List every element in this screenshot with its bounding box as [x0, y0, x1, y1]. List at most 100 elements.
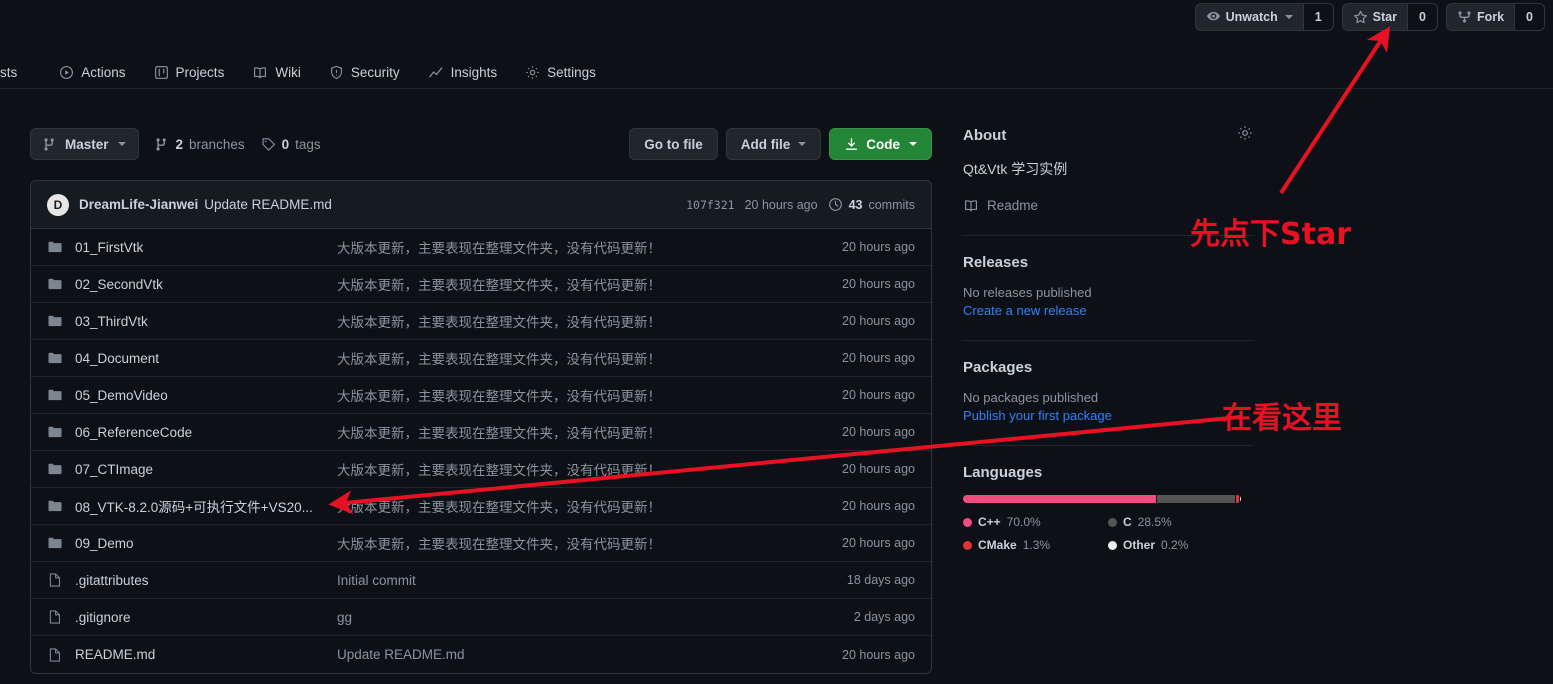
fork-button[interactable]: Fork: [1447, 4, 1514, 30]
go-to-file-button[interactable]: Go to file: [629, 128, 718, 160]
add-file-label: Add file: [740, 136, 791, 152]
branch-selector-button[interactable]: Master: [30, 128, 139, 160]
about-settings-gear-icon[interactable]: [1237, 125, 1253, 145]
nav-item-issues-truncated[interactable]: sts: [0, 57, 31, 87]
file-row[interactable]: 04_Document 大版本更新，主要表现在整理文件夹，没有代码更新！ 20 ho…: [31, 340, 931, 377]
nav-item-insights[interactable]: Insights: [414, 57, 512, 87]
file-row[interactable]: .gitattributes Initial commit 18 days ago: [31, 562, 931, 599]
file-commit-message[interactable]: 大版本更新，主要表现在整理文件夹，没有代码更新！: [337, 311, 805, 331]
star-button[interactable]: Star: [1343, 4, 1407, 30]
file-commit-message[interactable]: 大版本更新，主要表现在整理文件夹，没有代码更新！: [337, 237, 805, 257]
gear-icon: [525, 65, 540, 80]
create-release-link[interactable]: Create a new release: [963, 303, 1253, 318]
branch-toolbar: Master 2 branches 0 tags Go to file Add …: [30, 128, 932, 160]
nav-item-actions[interactable]: Actions: [45, 57, 139, 87]
file-row[interactable]: 02_SecondVtk 大版本更新，主要表现在整理文件夹，没有代码更新！ 20 h…: [31, 266, 931, 303]
nav-item-projects[interactable]: Projects: [140, 57, 239, 87]
language-bar-segment: [1240, 495, 1241, 503]
nav-item-actions-label: Actions: [81, 64, 126, 80]
folder-icon: [47, 387, 67, 403]
file-row[interactable]: 01_FirstVtk 大版本更新，主要表现在整理文件夹，没有代码更新！ 20 ho…: [31, 229, 931, 266]
publish-package-link[interactable]: Publish your first package: [963, 408, 1253, 423]
file-row[interactable]: 08_VTK-8.2.0源码+可执行文件+VS20... 大版本更新，主要表现在整…: [31, 488, 931, 525]
add-file-button[interactable]: Add file: [725, 128, 822, 160]
file-commit-message[interactable]: gg: [337, 610, 805, 625]
file-commit-message[interactable]: 大版本更新，主要表现在整理文件夹，没有代码更新！: [337, 274, 805, 294]
file-commit-message[interactable]: Update README.md: [337, 647, 805, 662]
branches-link[interactable]: 2 branches: [155, 137, 245, 152]
file-name[interactable]: 02_SecondVtk: [67, 277, 337, 292]
language-bar-segment: [963, 495, 1156, 503]
language-name: CMake: [978, 538, 1017, 552]
releases-empty-text: No releases published: [963, 285, 1092, 300]
tags-label: tags: [295, 136, 321, 152]
sidebar-divider: [963, 340, 1253, 341]
commit-time: 20 hours ago: [744, 197, 818, 212]
file-commit-time: 20 hours ago: [842, 314, 915, 328]
file-row[interactable]: 09_Demo 大版本更新，主要表现在整理文件夹，没有代码更新！ 20 hours …: [31, 525, 931, 562]
language-percent: 70.0%: [1006, 515, 1041, 529]
commits-count-value: 43: [848, 197, 863, 212]
file-row[interactable]: 03_ThirdVtk 大版本更新，主要表现在整理文件夹，没有代码更新！ 20 ho…: [31, 303, 931, 340]
file-name[interactable]: .gitignore: [67, 610, 337, 625]
file-name[interactable]: README.md: [67, 647, 337, 662]
file-row[interactable]: 07_CTImage 大版本更新，主要表现在整理文件夹，没有代码更新！ 20 hou…: [31, 451, 931, 488]
language-legend-item[interactable]: C 28.5%: [1108, 515, 1253, 529]
language-name: C++: [978, 515, 1001, 529]
language-legend-item[interactable]: Other 0.2%: [1108, 538, 1253, 552]
file-name[interactable]: 04_Document: [67, 351, 337, 366]
languages-legend: C++ 70.0% C 28.5% CMake 1.3% Other 0.2%: [963, 515, 1253, 561]
file-name[interactable]: .gitattributes: [67, 573, 337, 588]
file-name[interactable]: 06_ReferenceCode: [67, 425, 337, 440]
file-commit-message[interactable]: 大版本更新，主要表现在整理文件夹，没有代码更新！: [337, 385, 805, 405]
file-name[interactable]: 09_Demo: [67, 536, 337, 551]
file-name[interactable]: 05_DemoVideo: [67, 388, 337, 403]
language-legend-item[interactable]: CMake 1.3%: [963, 538, 1108, 552]
file-commit-message[interactable]: 大版本更新，主要表现在整理文件夹，没有代码更新！: [337, 533, 805, 553]
repo-file-actions: Go to file Add file Code: [629, 128, 932, 160]
file-commit-message[interactable]: 大版本更新，主要表现在整理文件夹，没有代码更新！: [337, 459, 805, 479]
nav-divider: [0, 88, 1553, 89]
file-row[interactable]: 05_DemoVideo 大版本更新，主要表现在整理文件夹，没有代码更新！ 20 h…: [31, 377, 931, 414]
file-commit-message[interactable]: 大版本更新，主要表现在整理文件夹，没有代码更新！: [337, 422, 805, 442]
nav-item-security[interactable]: Security: [315, 57, 414, 87]
unwatch-button-group[interactable]: Unwatch 1: [1194, 3, 1334, 31]
tags-link[interactable]: 0 tags: [261, 137, 321, 152]
nav-item-wiki[interactable]: Wiki: [238, 57, 315, 87]
branch-icon: [155, 137, 170, 152]
avatar[interactable]: D: [47, 193, 69, 216]
file-listing: D DreamLife-Jianwei Update README.md 107…: [30, 180, 932, 674]
file-commit-message[interactable]: 大版本更新，主要表现在整理文件夹，没有代码更新！: [337, 348, 805, 368]
fork-icon: [1457, 10, 1472, 25]
commit-sha[interactable]: 107f321: [686, 198, 734, 212]
unwatch-button[interactable]: Unwatch: [1196, 4, 1303, 30]
folder-icon: [47, 313, 67, 329]
language-legend-item[interactable]: C++ 70.0%: [963, 515, 1108, 529]
file-commit-time: 20 hours ago: [842, 388, 915, 402]
folder-icon: [47, 461, 67, 477]
file-commit-message[interactable]: Initial commit: [337, 573, 805, 588]
commits-count-link[interactable]: 43 commits: [828, 197, 915, 212]
nav-item-settings[interactable]: Settings: [511, 57, 610, 87]
language-percent: 28.5%: [1137, 515, 1172, 529]
file-row[interactable]: README.md Update README.md 20 hours ago: [31, 636, 931, 673]
github-repo-page: Unwatch 1 Star 0 Fork 0 sts Actions Proj…: [0, 0, 1553, 684]
file-name[interactable]: 01_FirstVtk: [67, 240, 337, 255]
nav-item-projects-label: Projects: [175, 64, 225, 80]
book-icon: [252, 65, 268, 80]
file-name[interactable]: 08_VTK-8.2.0源码+可执行文件+VS20...: [67, 496, 337, 516]
file-commit-time: 2 days ago: [853, 610, 915, 624]
file-row[interactable]: 06_ReferenceCode 大版本更新，主要表现在整理文件夹，没有代码更新！…: [31, 414, 931, 451]
file-name[interactable]: 03_ThirdVtk: [67, 314, 337, 329]
commit-author[interactable]: DreamLife-Jianwei: [79, 197, 198, 212]
fork-button-group[interactable]: Fork 0: [1445, 3, 1545, 31]
file-name[interactable]: 07_CTImage: [67, 462, 337, 477]
commit-message[interactable]: Update README.md: [204, 197, 332, 212]
language-bar-segment: [1156, 495, 1235, 503]
code-button[interactable]: Code: [829, 128, 932, 160]
file-row[interactable]: .gitignore gg 2 days ago: [31, 599, 931, 636]
eye-icon: [1206, 10, 1221, 25]
language-color-dot: [1108, 517, 1117, 527]
star-button-group[interactable]: Star 0: [1341, 3, 1438, 31]
file-commit-message[interactable]: 大版本更新，主要表现在整理文件夹，没有代码更新！: [337, 496, 805, 516]
